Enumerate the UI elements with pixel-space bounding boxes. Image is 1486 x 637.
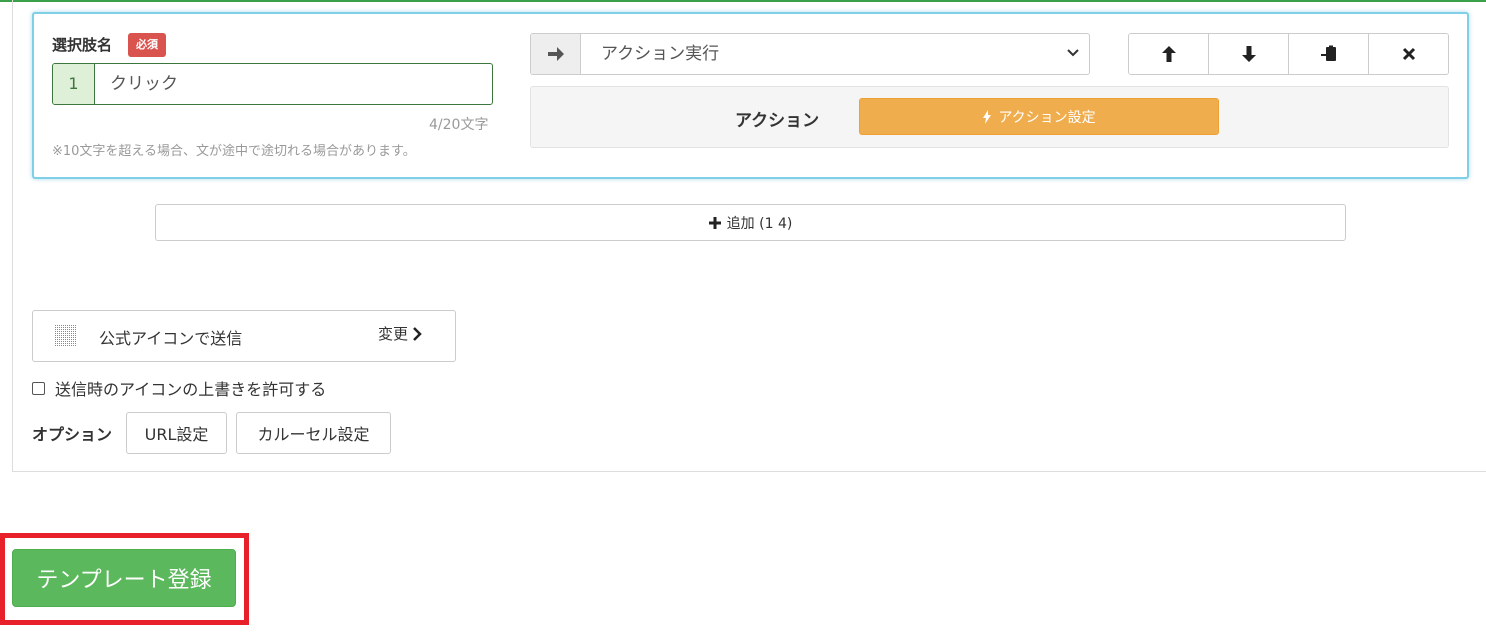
icon-setting-label: 公式アイコンで送信 bbox=[99, 329, 243, 348]
choice-index: 1 bbox=[53, 64, 95, 104]
change-label: 変更 bbox=[378, 325, 409, 343]
delete-button[interactable] bbox=[1369, 34, 1448, 74]
official-icon bbox=[55, 325, 77, 347]
chevron-down-icon bbox=[1067, 49, 1079, 57]
add-choice-button[interactable]: 追加 (1 4) bbox=[155, 204, 1346, 241]
char-count: 4/20文字 bbox=[429, 117, 489, 133]
required-badge: 必須 bbox=[128, 33, 166, 57]
length-note: ※10文字を超える場合、文が途中で途切れる場合があります。 bbox=[52, 144, 416, 159]
choice-name-label: 選択肢名 bbox=[52, 36, 113, 54]
arrow-up-icon bbox=[1161, 46, 1176, 62]
bolt-icon bbox=[983, 109, 992, 124]
register-template-button[interactable]: テンプレート登録 bbox=[12, 549, 236, 607]
move-up-button[interactable] bbox=[1129, 34, 1209, 74]
change-icon-link[interactable]: 変更 bbox=[378, 323, 422, 344]
add-choice-label: 追加 (1 4) bbox=[726, 215, 793, 232]
move-down-button[interactable] bbox=[1209, 34, 1289, 74]
arrow-right-icon bbox=[531, 34, 581, 74]
url-settings-button[interactable]: URL設定 bbox=[126, 412, 227, 454]
override-icon-checkbox[interactable] bbox=[32, 381, 45, 395]
override-icon-label: 送信時のアイコンの上書きを許可する bbox=[55, 380, 327, 399]
action-area: アクション アクション設定 bbox=[530, 86, 1449, 148]
arrow-down-icon bbox=[1241, 46, 1256, 62]
action-label: アクション bbox=[735, 111, 820, 131]
paste-icon bbox=[1320, 45, 1336, 61]
choice-card: 選択肢名 必須 1 クリック 4/20文字 ※10文字を超える場合、文が途中で途… bbox=[32, 12, 1469, 179]
chevron-right-icon bbox=[413, 326, 422, 341]
action-settings-label: アクション設定 bbox=[998, 109, 1096, 126]
close-icon bbox=[1402, 47, 1415, 61]
carousel-settings-button[interactable]: カルーセル設定 bbox=[236, 412, 391, 454]
paste-button[interactable] bbox=[1289, 34, 1369, 74]
action-settings-button[interactable]: アクション設定 bbox=[859, 98, 1219, 135]
choice-name-input[interactable]: クリック bbox=[95, 64, 492, 104]
plus-icon bbox=[708, 216, 721, 229]
action-type-value[interactable]: アクション実行 bbox=[581, 34, 1089, 74]
icon-setting-box[interactable]: 公式アイコンで送信 変更 bbox=[32, 310, 456, 362]
choice-name-field[interactable]: 1 クリック bbox=[52, 63, 493, 105]
action-type-selected: アクション実行 bbox=[601, 44, 720, 64]
override-icon-row: 送信時のアイコンの上書きを許可する bbox=[32, 376, 326, 400]
options-label: オプション bbox=[32, 425, 113, 444]
row-control-buttons bbox=[1128, 33, 1449, 75]
action-type-select[interactable]: アクション実行 bbox=[530, 33, 1090, 75]
